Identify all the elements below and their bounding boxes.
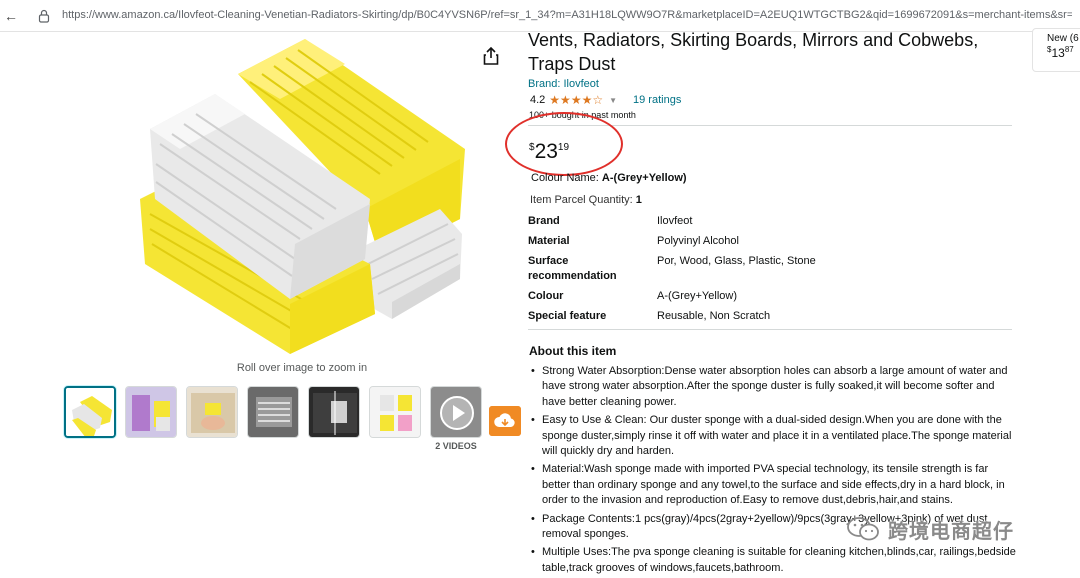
about-this-item-heading: About this item <box>529 344 617 358</box>
spec-key: Special feature <box>528 310 607 322</box>
price-annotation-circle <box>505 112 623 176</box>
spec-value: Por, Wood, Glass, Plastic, Stone <box>657 255 816 267</box>
thumbnail-1[interactable] <box>64 386 116 438</box>
spec-value: A-(Grey+Yellow) <box>657 290 737 302</box>
rating-row: 4.2 ★★★★☆ ▼ 19 ratings <box>530 93 681 107</box>
buybox-price-whole: 13 <box>1051 46 1065 60</box>
buybox-price: $1387 <box>1047 45 1074 60</box>
share-icon[interactable] <box>482 46 500 66</box>
back-arrow-icon[interactable]: ← <box>4 8 18 24</box>
other-sellers-box[interactable]: New (6 $1387 <box>1032 28 1080 72</box>
list-item: Strong Water Absorption:Dense water abso… <box>530 364 1016 410</box>
thumbnail-3[interactable] <box>186 386 238 438</box>
colour-name-value: A-(Grey+Yellow) <box>601 172 687 184</box>
spec-key: Surface recommendation <box>528 255 617 282</box>
spec-value: Ilovfeot <box>657 215 693 227</box>
list-item: Multiple Uses:The pva sponge cleaning is… <box>530 545 1016 576</box>
spec-key: Material <box>528 235 570 247</box>
lock-icon[interactable] <box>38 9 50 23</box>
spec-value: Reusable, Non Scratch <box>657 310 771 322</box>
thumbnail-5[interactable] <box>308 386 360 438</box>
zoom-hint: Roll over image to zoom in <box>236 362 368 374</box>
qty-label: Item Parcel Quantity: <box>530 194 636 206</box>
thumbnail-4[interactable] <box>247 386 299 438</box>
thumbnail-2[interactable] <box>125 386 177 438</box>
wechat-logo-icon <box>847 517 879 541</box>
chevron-down-icon[interactable]: ▼ <box>609 96 617 105</box>
upload-cloud-icon[interactable] <box>489 406 521 436</box>
brand-link[interactable]: Brand: Ilovfeot <box>528 78 599 90</box>
spec-value: Polyvinyl Alcohol <box>657 235 739 247</box>
colour-name: Colour Name: A-(Grey+Yellow) <box>531 172 687 184</box>
ratings-count-link[interactable]: 19 ratings <box>633 94 681 106</box>
spec-key: Brand <box>528 215 560 227</box>
product-title: Vents, Radiators, Skirting Boards, Mirro… <box>528 30 979 74</box>
watermark-text: 跨境电商超仔 <box>888 520 1014 543</box>
videos-label[interactable]: 2 VIDEOS <box>428 441 484 451</box>
watermark: 跨境电商超仔 <box>846 512 1014 546</box>
divider <box>528 329 1012 330</box>
thumbnail-6[interactable] <box>369 386 421 438</box>
qty-value: 1 <box>635 194 642 206</box>
star-rating-icon[interactable]: ★★★★☆ <box>549 93 603 107</box>
url-text[interactable]: https://www.amazon.ca/Ilovfeot-Cleaning-… <box>62 9 1072 21</box>
list-item: Material:Wash sponge made with imported … <box>530 462 1016 508</box>
item-parcel-quantity: Item Parcel Quantity: 1 <box>530 194 642 206</box>
buybox-price-fraction: 87 <box>1064 45 1074 54</box>
spec-key: Colour <box>528 290 564 302</box>
main-product-image[interactable] <box>130 34 470 359</box>
thumbnail-video[interactable] <box>430 386 482 438</box>
colour-name-label: Colour Name: <box>531 172 602 184</box>
new-offers-label[interactable]: New (6 <box>1047 33 1079 44</box>
rating-value: 4.2 <box>530 94 546 106</box>
list-item: Easy to Use & Clean: Our duster sponge w… <box>530 413 1016 459</box>
